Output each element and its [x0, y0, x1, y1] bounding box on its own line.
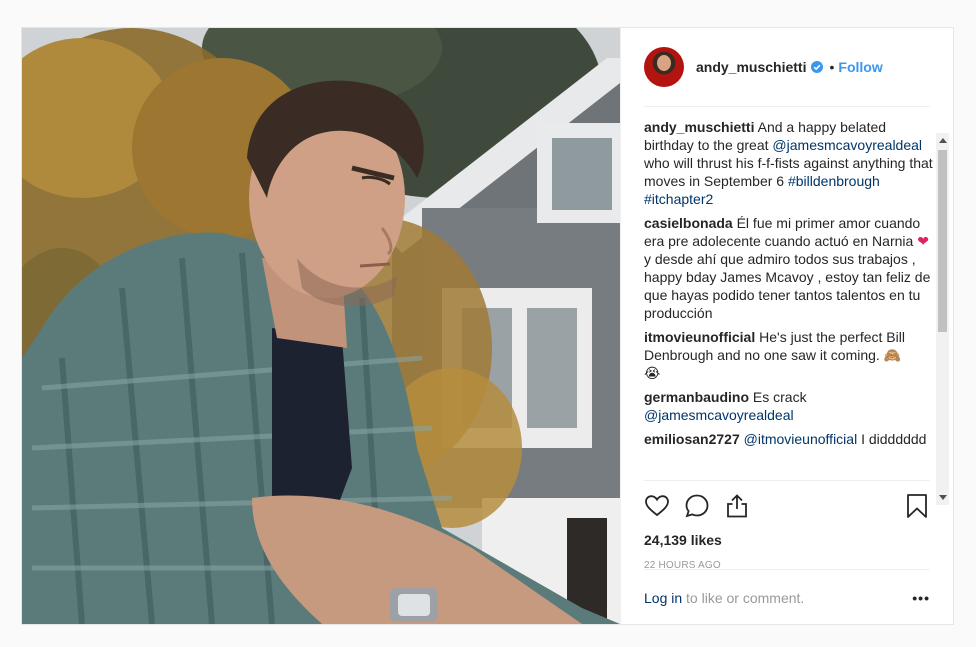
caption-hashtag-1[interactable]: #billdenbrough — [788, 173, 880, 189]
list-item: emiliosan2727 @itmovieunofficial I diddd… — [644, 430, 934, 448]
comment-mention[interactable]: @itmovieunofficial — [744, 431, 858, 447]
login-link[interactable]: Log in — [644, 590, 682, 606]
scroll-down-arrow-icon[interactable] — [939, 495, 947, 500]
scrollbar-thumb[interactable] — [938, 150, 947, 332]
follow-button[interactable]: Follow — [838, 59, 882, 75]
comment-author[interactable]: itmovieunofficial — [644, 329, 755, 345]
list-item: germanbaudino Es crack @jamesmcavoyreald… — [644, 388, 934, 424]
caption-author[interactable]: andy_muschietti — [644, 119, 754, 135]
caption-hashtag-2[interactable]: #itchapter2 — [644, 191, 713, 207]
post-sidebar: andy_muschietti • Follow andy_muschietti… — [620, 28, 953, 624]
crying-emoji-icon: 😭 — [644, 365, 661, 381]
heart-icon[interactable] — [644, 493, 670, 519]
header-username[interactable]: andy_muschietti — [696, 59, 806, 75]
comment-author[interactable]: emiliosan2727 — [644, 431, 740, 447]
verified-badge-icon — [811, 61, 824, 73]
post-card: andy_muschietti • Follow andy_muschietti… — [21, 27, 954, 625]
post-header: andy_muschietti • Follow — [644, 28, 930, 107]
action-icons — [644, 491, 930, 521]
avatar[interactable] — [644, 47, 684, 87]
header-separator: • — [829, 59, 835, 75]
post-actions: 24,139 likes 22 HOURS AGO — [644, 480, 930, 571]
heart-emoji-icon: ❤ — [917, 233, 929, 249]
scroll-up-arrow-icon[interactable] — [939, 138, 947, 143]
comment-text: I didddddd — [857, 431, 927, 447]
list-item: casielbonada Él fue mi primer amor cuand… — [644, 214, 934, 322]
login-suffix-text: to like or comment. — [682, 589, 805, 606]
comments-scrollbar[interactable] — [936, 133, 949, 505]
more-options-button[interactable]: ••• — [912, 590, 930, 606]
comment-icon[interactable] — [684, 493, 710, 519]
photo-illustration — [22, 28, 620, 624]
comment-mention[interactable]: @jamesmcavoyrealdeal — [644, 407, 794, 423]
likes-count[interactable]: 24,139 likes — [644, 532, 930, 548]
see-no-evil-emoji-icon: 🙈 — [883, 347, 902, 363]
bookmark-icon[interactable] — [904, 493, 930, 519]
share-icon[interactable] — [724, 493, 750, 519]
post-photo[interactable] — [22, 28, 620, 624]
caption: andy_muschietti And a happy belated birt… — [644, 118, 934, 208]
comment-author[interactable]: casielbonada — [644, 215, 733, 231]
comment-author[interactable]: germanbaudino — [644, 389, 749, 405]
list-item: itmovieunofficial He's just the perfect … — [644, 328, 934, 382]
comment-text: Es crack — [752, 389, 807, 405]
comment-text: y desde ahí que admiro todos sus trabajo… — [644, 251, 931, 321]
caption-mention[interactable]: @jamesmcavoyrealdeal — [772, 137, 922, 153]
login-prompt: Log in to like or comment. ••• — [644, 569, 930, 625]
comments-list[interactable]: andy_muschietti And a happy belated birt… — [644, 118, 934, 503]
